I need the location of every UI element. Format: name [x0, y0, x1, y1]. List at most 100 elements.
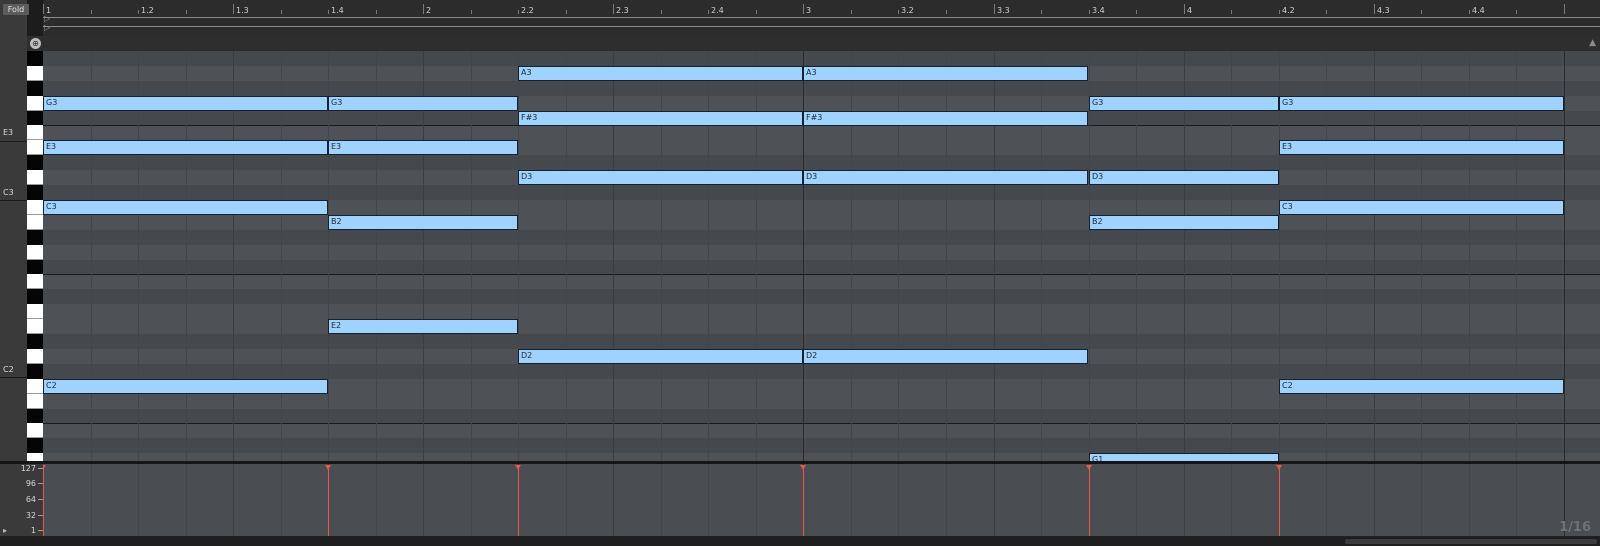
octave-separator	[0, 200, 27, 201]
midi-note[interactable]: D2	[518, 349, 803, 364]
velocity-lane[interactable]	[43, 464, 1600, 536]
midi-note[interactable]: B2	[1089, 215, 1279, 230]
black-key[interactable]	[27, 80, 43, 96]
locator-strip: ⊕ ▲	[27, 36, 1600, 51]
velocity-marker[interactable]	[43, 468, 44, 536]
velocity-grid-line	[946, 464, 947, 536]
pitch-row[interactable]	[43, 438, 1600, 454]
midi-note[interactable]: G3	[328, 96, 518, 111]
pitch-row[interactable]	[43, 319, 1600, 335]
velocity-marker[interactable]	[328, 468, 329, 536]
ruler-tick	[138, 10, 139, 14]
midi-note[interactable]: A3	[803, 66, 1088, 81]
black-key[interactable]	[27, 229, 43, 245]
target-icon[interactable]: ⊕	[30, 38, 41, 49]
pitch-row[interactable]	[43, 453, 1600, 461]
ruler-label: 1.4	[331, 6, 344, 15]
velocity-handle[interactable]	[325, 465, 331, 470]
midi-note[interactable]: E3	[328, 140, 518, 155]
midi-note[interactable]: G3	[43, 96, 328, 111]
midi-note[interactable]: G3	[1089, 96, 1279, 111]
pitch-row[interactable]	[43, 289, 1600, 305]
ruler-tick	[91, 10, 92, 14]
piano-keyboard[interactable]	[27, 51, 43, 469]
ruler-label: 3.3	[997, 6, 1010, 15]
black-key[interactable]	[27, 408, 43, 424]
ruler-tick	[851, 10, 852, 14]
loop-end-marker-icon[interactable]: ▷	[44, 24, 50, 32]
velocity-marker[interactable]	[518, 468, 519, 536]
triangle-up-icon[interactable]: ▲	[1589, 38, 1596, 48]
beat-ruler[interactable]: ▷ ▷ 1 1.2 1.3 1.4 2 2.2 2.3 2.4 3 3.2 3.3 3.4 4 4.2 4.…	[43, 0, 1600, 36]
white-key-edge	[27, 213, 43, 215]
pitch-row[interactable]	[43, 229, 1600, 245]
pitch-row[interactable]	[43, 334, 1600, 349]
black-key[interactable]	[27, 110, 43, 126]
grid-line	[423, 51, 424, 461]
pitch-row[interactable]	[43, 423, 1600, 439]
black-key[interactable]	[27, 155, 43, 171]
midi-note[interactable]: A3	[518, 66, 803, 81]
midi-note[interactable]: C3	[43, 200, 328, 215]
ruler-tick	[1279, 10, 1280, 14]
midi-note[interactable]: C2	[1279, 379, 1564, 394]
velocity-handle[interactable]	[515, 465, 521, 470]
triangle-right-icon[interactable]: ▸	[3, 526, 7, 535]
ruler-tick	[1469, 10, 1470, 14]
midi-note[interactable]: F#3	[803, 111, 1088, 126]
velocity-marker[interactable]	[803, 468, 804, 536]
midi-note[interactable]: E3	[43, 140, 328, 155]
midi-note[interactable]: B2	[328, 215, 518, 230]
black-key[interactable]	[27, 363, 43, 379]
midi-note[interactable]: E2	[328, 319, 518, 334]
pitch-row[interactable]	[43, 125, 1600, 141]
velocity-handle[interactable]	[800, 465, 806, 470]
velocity-handle[interactable]	[43, 465, 46, 470]
midi-note[interactable]: F#3	[518, 111, 803, 126]
pitch-row[interactable]	[43, 214, 1600, 230]
octave-separator	[0, 377, 27, 378]
pitch-row[interactable]	[43, 393, 1600, 409]
black-key[interactable]	[27, 51, 43, 66]
pitch-row[interactable]	[43, 259, 1600, 275]
octave-separator	[0, 141, 27, 142]
ruler-tick	[1516, 10, 1517, 14]
velocity-marker[interactable]	[1279, 468, 1280, 536]
pitch-row[interactable]	[43, 80, 1600, 96]
fold-button[interactable]: Fold	[3, 4, 29, 15]
velocity-grid-line	[1516, 464, 1517, 536]
black-key[interactable]	[27, 259, 43, 275]
pitch-row[interactable]	[43, 408, 1600, 424]
velocity-marker[interactable]	[1089, 468, 1090, 536]
pitch-row[interactable]	[43, 155, 1600, 171]
midi-note[interactable]: C2	[43, 379, 328, 394]
pitch-row[interactable]	[43, 51, 1600, 66]
black-key[interactable]	[27, 334, 43, 349]
ruler-tick	[376, 10, 377, 14]
black-key[interactable]	[27, 185, 43, 200]
scrollbar-thumb[interactable]	[1345, 539, 1597, 544]
midi-note[interactable]: E3	[1279, 140, 1564, 155]
midi-note[interactable]: G1	[1089, 453, 1279, 461]
pitch-row[interactable]	[43, 244, 1600, 260]
ruler-tick	[1041, 10, 1042, 14]
black-key[interactable]	[27, 289, 43, 305]
midi-note[interactable]: C3	[1279, 200, 1564, 215]
midi-note[interactable]: D3	[1089, 170, 1279, 185]
pitch-row[interactable]	[43, 304, 1600, 320]
midi-note[interactable]: D3	[803, 170, 1088, 185]
velocity-grid-line	[898, 464, 899, 536]
note-grid[interactable]: A3 A3 G3 G3 G3 G3 F#3 F#3 E3 E3 E3 D3 D3 D3 C3 C3 B2 B2 E2…	[43, 51, 1600, 461]
midi-note[interactable]: D3	[518, 170, 803, 185]
ruler-tick	[1564, 4, 1565, 14]
black-key[interactable]	[27, 438, 43, 454]
midi-note[interactable]: D2	[803, 349, 1088, 364]
pitch-row[interactable]	[43, 185, 1600, 200]
velocity-handle[interactable]	[1086, 465, 1092, 470]
pitch-row[interactable]	[43, 363, 1600, 379]
pitch-row[interactable]	[43, 274, 1600, 290]
loop-start-marker-icon[interactable]: ▷	[44, 15, 50, 23]
ruler-tick	[756, 10, 757, 14]
midi-note[interactable]: G3	[1279, 96, 1564, 111]
velocity-handle[interactable]	[1276, 465, 1282, 470]
